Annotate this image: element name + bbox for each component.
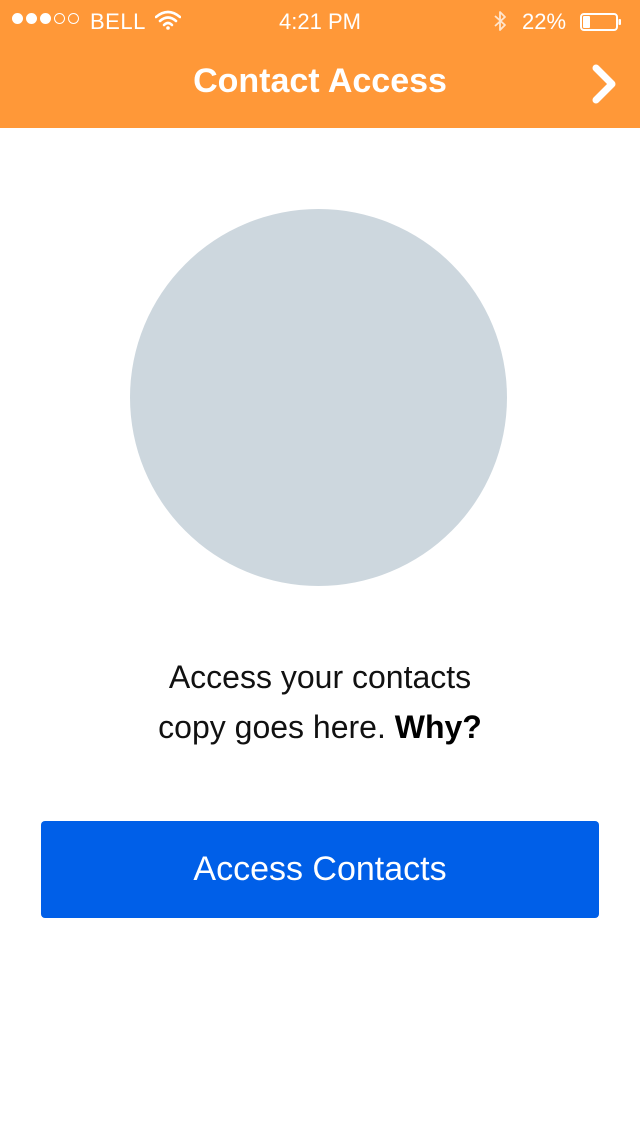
why-link[interactable]: Why? xyxy=(395,709,482,745)
navigation-bar: Contact Access xyxy=(0,40,640,128)
contacts-access-copy: Access your contacts copy goes here. Why… xyxy=(60,652,580,752)
status-bar: BELL 4:21 PM 22% xyxy=(0,0,640,40)
battery-percent: 22% xyxy=(522,9,567,34)
contact-access-screen: BELL 4:21 PM 22% Contact Access Access y… xyxy=(0,0,640,1136)
chevron-right-icon xyxy=(592,64,616,104)
copy-line-2: copy goes here. Why? xyxy=(60,702,580,752)
next-button[interactable] xyxy=(586,62,622,106)
page-title: Contact Access xyxy=(193,62,447,100)
access-contacts-button[interactable]: Access Contacts xyxy=(41,821,599,918)
contacts-illustration-placeholder xyxy=(130,209,507,586)
copy-line-1: Access your contacts xyxy=(168,659,472,695)
copy-line-2-text: copy goes here. xyxy=(158,709,386,745)
bluetooth-icon xyxy=(492,9,508,39)
header: BELL 4:21 PM 22% Contact Access xyxy=(0,0,640,128)
battery-icon xyxy=(580,11,622,31)
